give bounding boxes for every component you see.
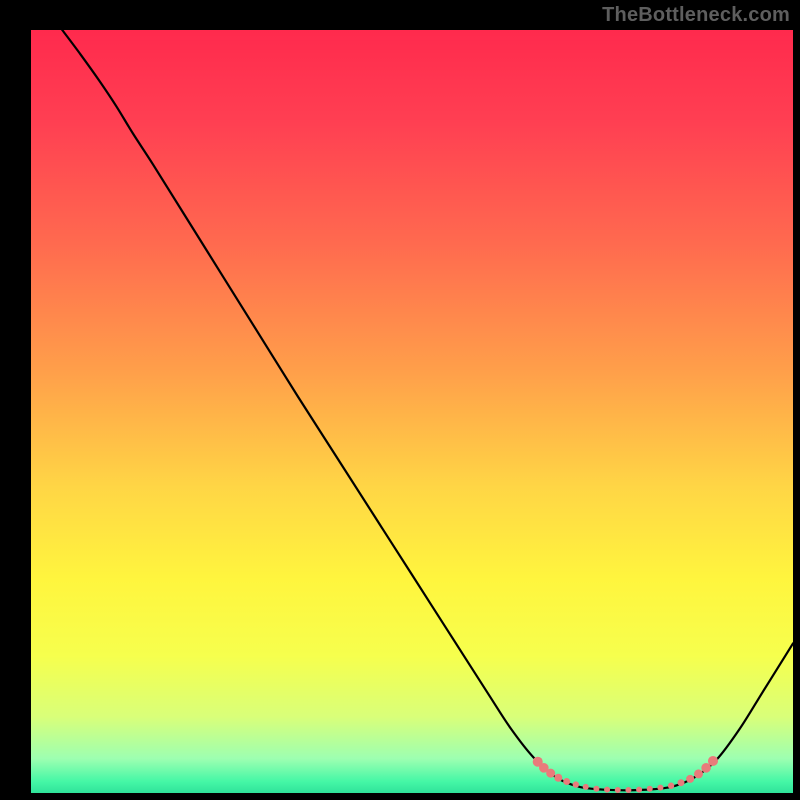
bottleneck-chart: [0, 0, 800, 800]
curve-marker: [677, 779, 684, 786]
plot-background: [31, 30, 793, 793]
curve-marker: [686, 775, 694, 783]
curve-marker: [593, 786, 599, 792]
curve-marker: [694, 769, 703, 778]
chart-container: { "watermark": "TheBottleneck.com", "cha…: [0, 0, 800, 800]
curve-marker: [546, 769, 555, 778]
watermark-label: TheBottleneck.com: [602, 4, 790, 27]
curve-marker: [573, 781, 579, 787]
curve-marker: [708, 756, 718, 766]
curve-marker: [615, 787, 621, 793]
curve-marker: [625, 787, 631, 793]
curve-marker: [583, 784, 589, 790]
curve-marker: [563, 778, 570, 785]
curve-marker: [636, 787, 642, 793]
curve-marker: [604, 787, 610, 793]
curve-marker: [554, 774, 562, 782]
curve-marker: [668, 783, 674, 789]
curve-marker: [647, 786, 653, 792]
curve-marker: [657, 785, 663, 791]
